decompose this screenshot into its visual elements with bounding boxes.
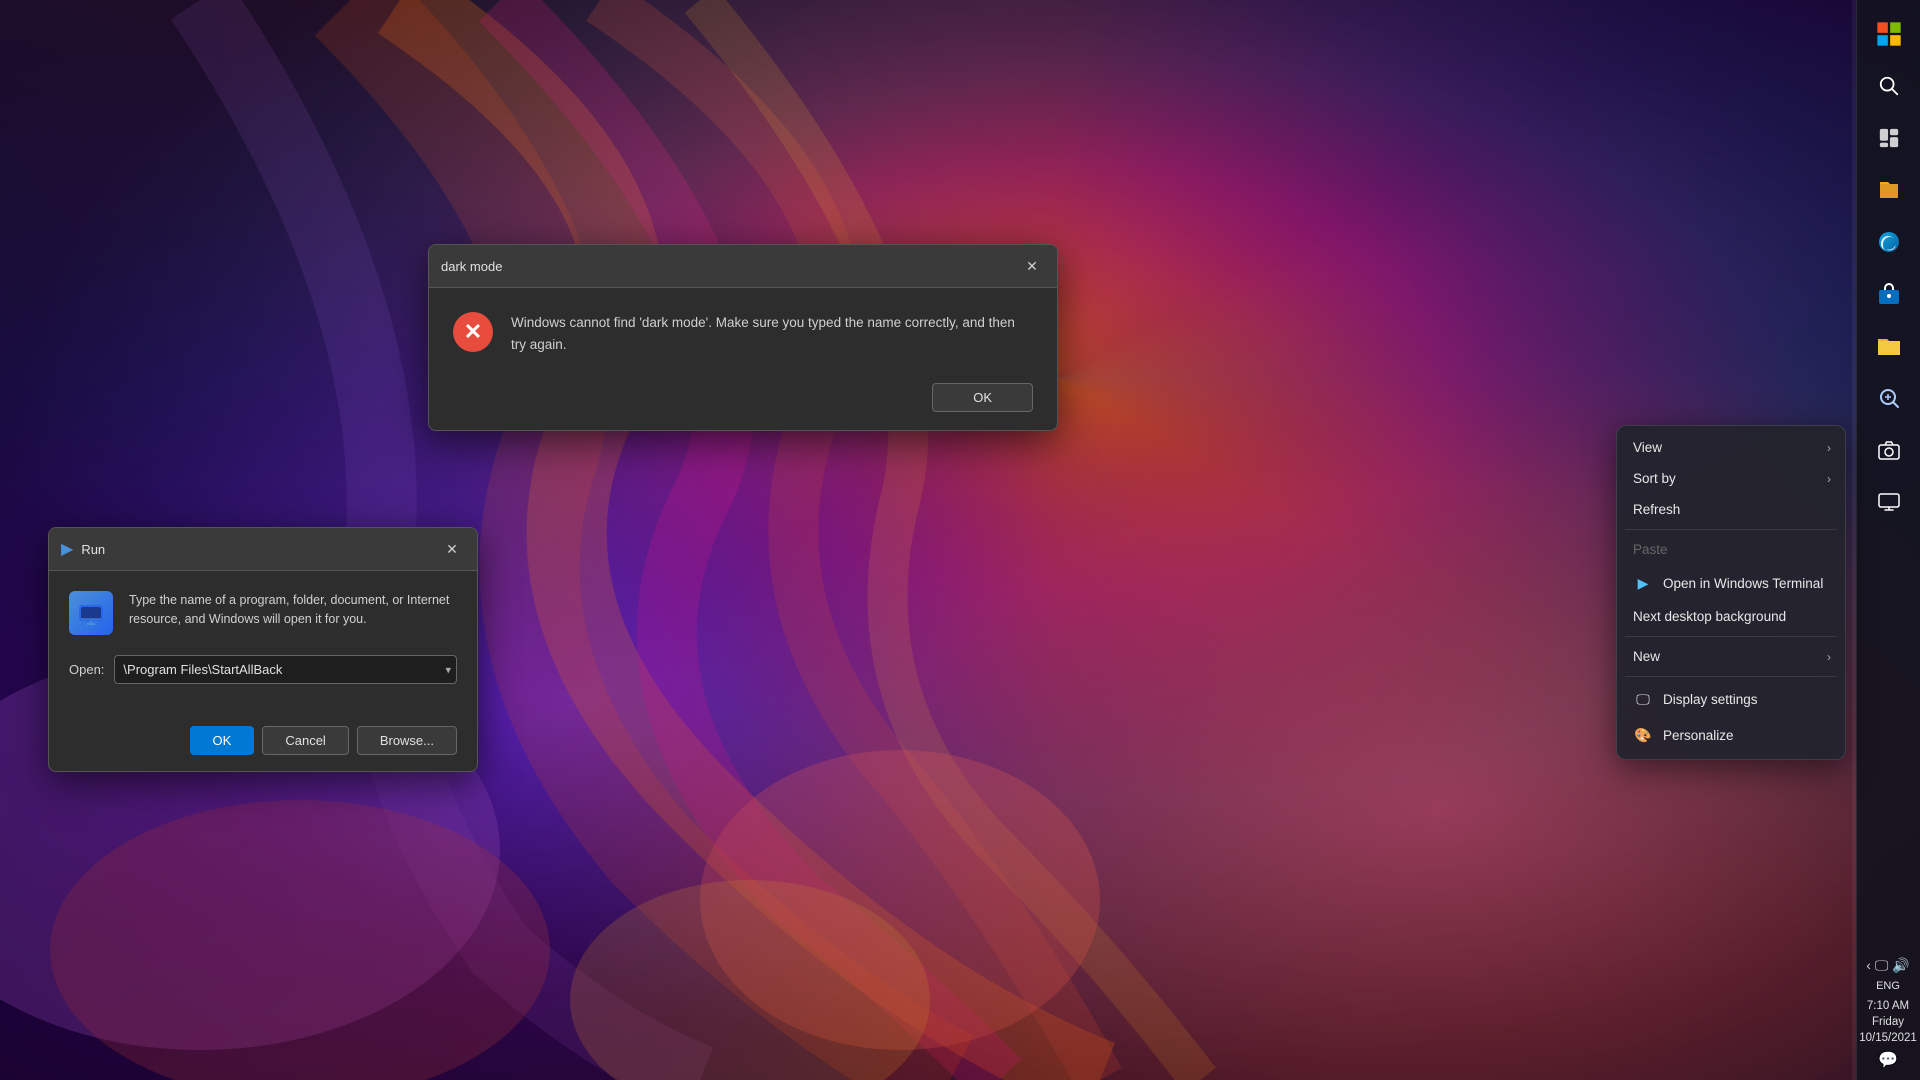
run-dialog-form: Open: ▾ [49,655,477,716]
notification-icon[interactable]: 💬 [1878,1050,1898,1070]
system-tray: ‹ 🖵 🔊 ENG 7:10 AM Friday 10/15/2021 💬 [1856,957,1920,1080]
personalize-label: Personalize [1663,728,1734,743]
context-menu-item-new[interactable]: New › [1617,641,1845,672]
clock-display[interactable]: 7:10 AM Friday 10/15/2021 [1859,998,1917,1046]
error-dialog-titlebar: dark mode ✕ [429,245,1057,288]
sort-by-arrow-icon: › [1827,472,1831,486]
context-menu-item-sort-by[interactable]: Sort by › [1617,463,1845,494]
error-dialog-title-text: dark mode [441,259,502,274]
security-button[interactable] [1867,376,1911,420]
run-dialog-close-button[interactable]: ✕ [439,536,465,562]
personalize-icon: 🎨 [1633,725,1653,745]
folder-button[interactable] [1867,324,1911,368]
search-taskbar-button[interactable] [1867,64,1911,108]
new-arrow-icon: › [1827,650,1831,664]
run-dialog-open-row: Open: ▾ [69,655,457,684]
run-dialog-title-text: Run [81,542,105,557]
volume-icon[interactable]: 🔊 [1892,957,1909,974]
error-dialog-ok-button[interactable]: OK [932,383,1033,412]
run-dialog-buttons: OK Cancel Browse... [49,716,477,771]
display-icon[interactable]: 🖵 [1875,957,1889,974]
context-menu-item-paste[interactable]: Paste [1617,534,1845,565]
desktop-context-menu: View › Sort by › Refresh Paste ▶ Open in… [1616,425,1846,760]
clock-date: 10/15/2021 [1859,1030,1917,1046]
camera-button[interactable] [1867,428,1911,472]
context-menu-item-personalize[interactable]: 🎨 Personalize [1617,717,1845,753]
context-menu-item-open-terminal[interactable]: ▶ Open in Windows Terminal [1617,565,1845,601]
context-menu-separator-2 [1625,636,1837,637]
paste-label: Paste [1633,542,1668,557]
error-dialog-message-text: Windows cannot find 'dark mode'. Make su… [511,312,1033,355]
run-dialog-ok-button[interactable]: OK [190,726,255,755]
context-menu-item-next-bg[interactable]: Next desktop background [1617,601,1845,632]
run-dialog-app-icon [69,591,113,635]
run-dialog-dropdown-arrow-icon[interactable]: ▾ [445,663,451,676]
clock-day: Friday [1859,1014,1917,1030]
microsoft-store-button[interactable] [1867,272,1911,316]
run-dialog-title-area: ▶ Run [61,539,105,559]
context-menu-item-view[interactable]: View › [1617,432,1845,463]
file-explorer-button[interactable] [1867,168,1911,212]
error-dialog-close-button[interactable]: ✕ [1019,253,1045,279]
error-dialog-footer: OK [429,371,1057,430]
run-dialog-description-text: Type the name of a program, folder, docu… [129,591,457,629]
chevron-left-icon[interactable]: ‹ [1866,957,1871,973]
context-menu-item-display-settings[interactable]: 🖵 Display settings [1617,681,1845,717]
run-dialog-open-input[interactable] [114,655,457,684]
refresh-label: Refresh [1633,502,1680,517]
error-icon: ✕ [453,312,493,352]
run-dialog-open-label: Open: [69,662,104,677]
clock-time: 7:10 AM [1859,998,1917,1014]
run-dialog-cancel-button[interactable]: Cancel [262,726,348,755]
error-dialog-body: ✕ Windows cannot find 'dark mode'. Make … [429,288,1057,371]
tray-icon-area: ‹ 🖵 🔊 ENG 7:10 AM Friday 10/15/2021 💬 [1859,957,1917,1070]
context-menu-separator-1 [1625,529,1837,530]
terminal-icon: ▶ [1633,573,1653,593]
remote-desktop-button[interactable] [1867,480,1911,524]
start-button[interactable] [1867,12,1911,56]
open-terminal-label: Open in Windows Terminal [1663,576,1823,591]
display-settings-label: Display settings [1663,692,1758,707]
view-label: View [1633,440,1662,455]
keyboard-layout-indicator[interactable]: ENG [1874,978,1902,994]
edge-browser-button[interactable] [1867,220,1911,264]
run-dialog-title-icon: ▶ [61,539,73,559]
run-dialog-content: Type the name of a program, folder, docu… [49,571,477,655]
run-dialog-input-wrapper: ▾ [114,655,457,684]
error-dialog: dark mode ✕ ✕ Windows cannot find 'dark … [428,244,1058,431]
new-label: New [1633,649,1660,664]
run-dialog: ▶ Run ✕ Type the name of a program, fold… [48,527,478,772]
view-arrow-icon: › [1827,441,1831,455]
next-bg-label: Next desktop background [1633,609,1786,624]
taskbar [1856,0,1920,1080]
context-menu-item-refresh[interactable]: Refresh [1617,494,1845,525]
widgets-button[interactable] [1867,116,1911,160]
sort-by-label: Sort by [1633,471,1676,486]
run-dialog-titlebar: ▶ Run ✕ [49,528,477,571]
tray-controls[interactable]: ‹ 🖵 🔊 [1866,957,1910,974]
run-dialog-browse-button[interactable]: Browse... [357,726,457,755]
context-menu-separator-3 [1625,676,1837,677]
display-settings-icon: 🖵 [1633,689,1653,709]
